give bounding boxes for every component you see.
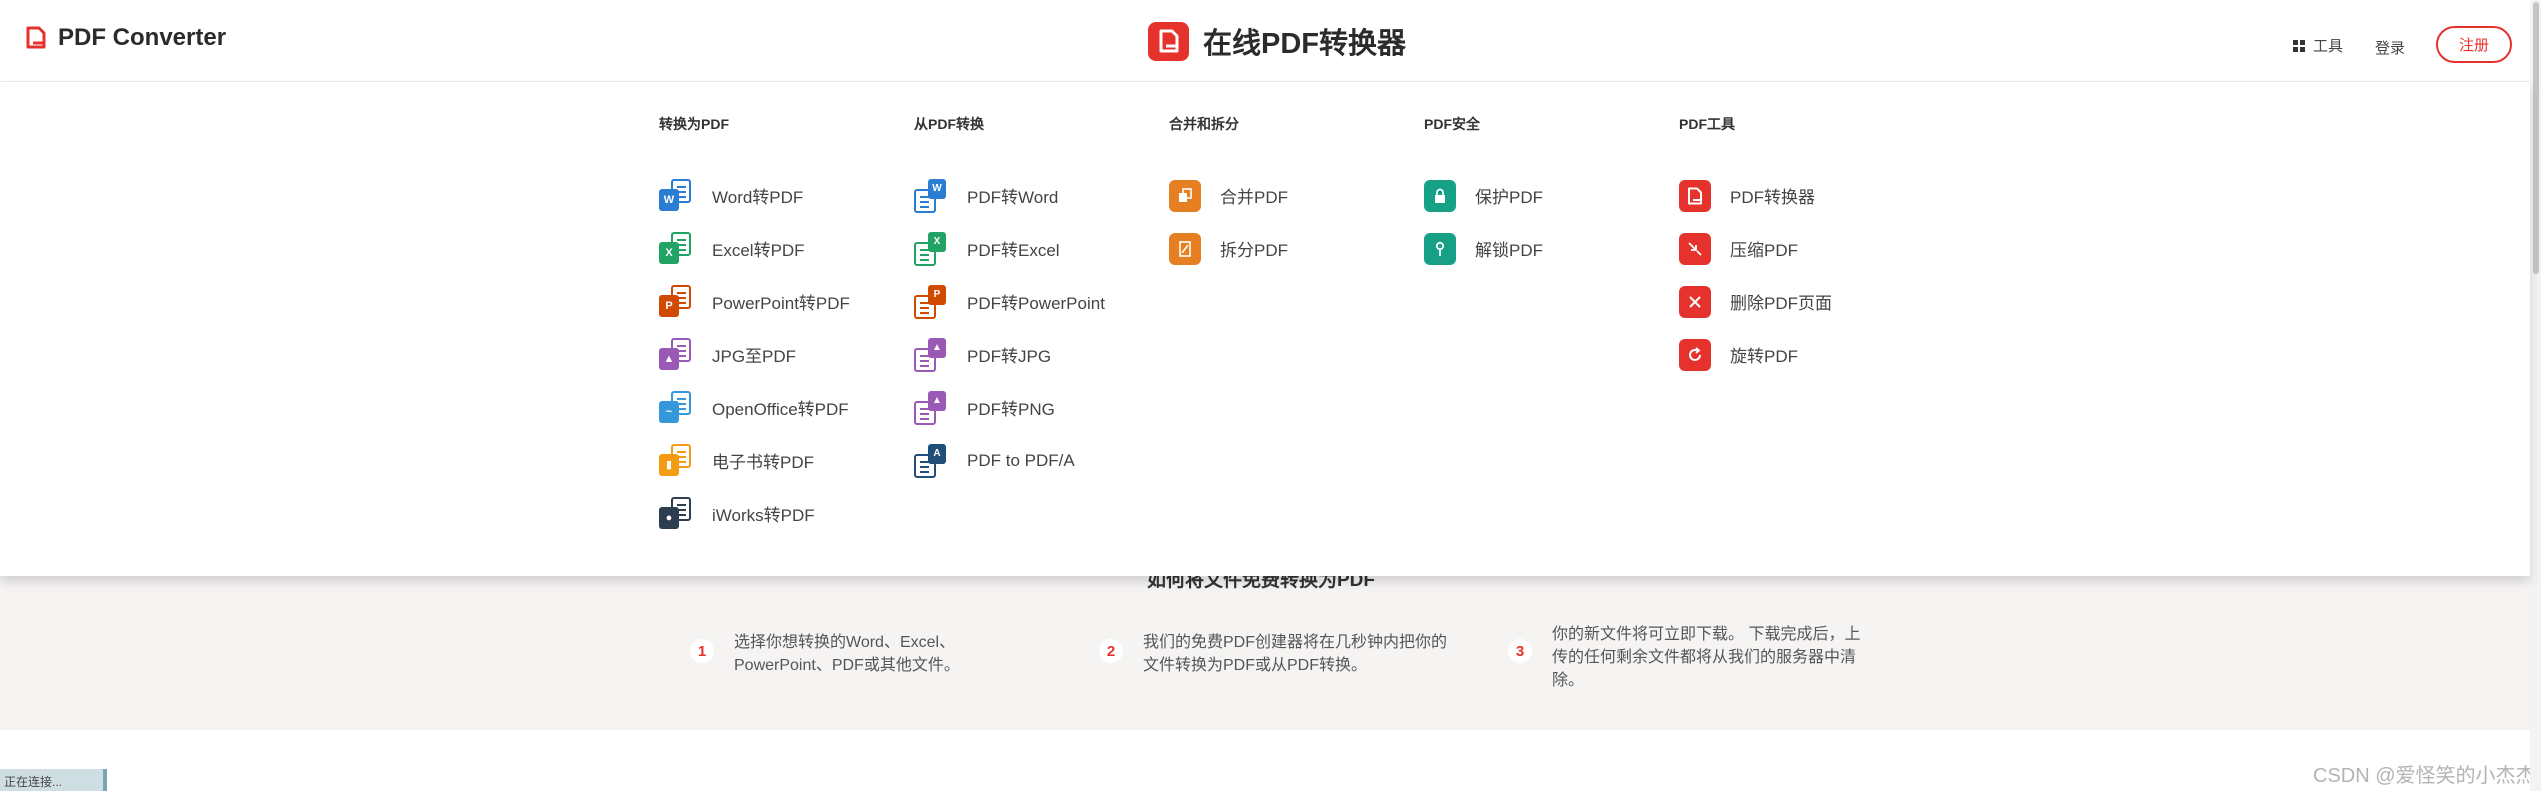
- delete-pages-icon: [1679, 285, 1711, 318]
- unlock-icon: [1424, 232, 1456, 265]
- iworks-to-pdf-icon: ●: [659, 496, 693, 531]
- center-title: 在线PDF转换器: [1148, 20, 1406, 62]
- excel-to-pdf-icon: X: [659, 231, 693, 266]
- jpg-to-pdf-icon: ▲: [659, 337, 693, 372]
- watermark: CSDN @爱怪笑的小杰杰: [2313, 765, 2536, 787]
- menu-column-title: 从PDF转换: [914, 116, 984, 132]
- browser-status-bar: 正在连接...: [0, 769, 107, 791]
- menu-item-pdf-to-word[interactable]: W PDF转Word: [914, 169, 1105, 222]
- step-text: 我们的免费PDF创建器将在几秒钟内把你的 文件转换为PDF或从PDF转换。: [1143, 634, 1448, 674]
- pdf-to-pdfa-icon: A: [914, 443, 948, 478]
- step-1: 1 选择你想转换的Word、Excel、 PowerPoint、PDF或其他文件…: [690, 631, 960, 677]
- signup-button[interactable]: 注册: [2436, 26, 2512, 63]
- step-3: 3 你的新文件将可立即下载。 下载完成后，上 传的任何剩余文件都将从我们的服务器…: [1508, 623, 1860, 692]
- menu-item-pdf-to-jpg[interactable]: ▲ PDF转JPG: [914, 328, 1105, 381]
- rotate-pdf-icon: [1679, 338, 1711, 371]
- menu-item-pdf-to-excel[interactable]: X PDF转Excel: [914, 222, 1105, 275]
- compress-pdf-icon: [1679, 232, 1711, 265]
- menu-column-security: PDF安全 保护PDF 解锁PDF: [1424, 114, 1543, 275]
- step-number: 1: [690, 639, 714, 663]
- tools-label: 工具: [2313, 38, 2344, 55]
- pdf-to-png-icon: ▲: [914, 390, 948, 425]
- pdf-logo-icon: [26, 26, 46, 49]
- menu-item-powerpoint-to-pdf[interactable]: P PowerPoint转PDF: [659, 275, 850, 328]
- menu-column-from-pdf: 从PDF转换 W PDF转Word X PDF转Excel P PDF转Powe…: [914, 114, 1105, 487]
- pdf-to-word-icon: W: [914, 178, 948, 213]
- menu-item-openoffice-to-pdf[interactable]: ~ OpenOffice转PDF: [659, 381, 850, 434]
- pdf-converter-icon: [1679, 179, 1711, 212]
- menu-item-pdf-to-png[interactable]: ▲ PDF转PNG: [914, 381, 1105, 434]
- ebook-to-pdf-icon: ▮: [659, 443, 693, 478]
- pdf-to-jpg-icon: ▲: [914, 337, 948, 372]
- menu-item-pdf-to-powerpoint[interactable]: P PDF转PowerPoint: [914, 275, 1105, 328]
- tools-dropdown-menu: 转换为PDF W Word转PDF X Excel转PDF P PowerPoi…: [0, 82, 2530, 576]
- lock-icon: [1424, 179, 1456, 212]
- step-number: 3: [1508, 639, 1532, 663]
- menu-item-merge-pdf[interactable]: 合并PDF: [1169, 169, 1288, 222]
- menu-column-to-pdf: 转换为PDF W Word转PDF X Excel转PDF P PowerPoi…: [659, 114, 850, 540]
- grid-icon: [2293, 39, 2305, 52]
- step-text: 你的新文件将可立即下载。 下载完成后，上 传的任何剩余文件都将从我们的服务器中清…: [1552, 626, 1861, 689]
- powerpoint-to-pdf-icon: P: [659, 284, 693, 319]
- menu-item-split-pdf[interactable]: 拆分PDF: [1169, 222, 1288, 275]
- login-link[interactable]: 登录: [2375, 37, 2405, 58]
- brand-logo[interactable]: PDF Converter: [26, 24, 226, 52]
- step-text: 选择你想转换的Word、Excel、 PowerPoint、PDF或其他文件。: [734, 634, 960, 674]
- menu-item-jpg-to-pdf[interactable]: ▲ JPG至PDF: [659, 328, 850, 381]
- menu-item-excel-to-pdf[interactable]: X Excel转PDF: [659, 222, 850, 275]
- merge-pdf-icon: [1169, 179, 1201, 212]
- menu-item-delete-pages[interactable]: 删除PDF页面: [1679, 275, 1832, 328]
- site-header: PDF Converter 在线PDF转换器 工具 登录 注册: [0, 0, 2541, 82]
- step-2: 2 我们的免费PDF创建器将在几秒钟内把你的 文件转换为PDF或从PDF转换。: [1099, 631, 1447, 677]
- step-number: 2: [1099, 639, 1123, 663]
- pdf-to-powerpoint-icon: P: [914, 284, 948, 319]
- word-to-pdf-icon: W: [659, 178, 693, 213]
- brand-name: PDF Converter: [58, 24, 227, 51]
- menu-column-title: 合并和拆分: [1169, 116, 1239, 132]
- menu-item-protect-pdf[interactable]: 保护PDF: [1424, 169, 1543, 222]
- menu-column-pdf-tools: PDF工具 PDF转换器 压缩PDF 删除PDF页面 旋转PDF: [1679, 114, 1832, 381]
- menu-item-pdf-converter[interactable]: PDF转换器: [1679, 169, 1832, 222]
- openoffice-to-pdf-icon: ~: [659, 390, 693, 425]
- menu-item-rotate-pdf[interactable]: 旋转PDF: [1679, 328, 1832, 381]
- menu-column-title: PDF工具: [1679, 116, 1735, 132]
- tools-menu-button[interactable]: 工具: [2293, 35, 2343, 56]
- split-pdf-icon: [1169, 232, 1201, 265]
- menu-item-unlock-pdf[interactable]: 解锁PDF: [1424, 222, 1543, 275]
- menu-column-title: 转换为PDF: [659, 116, 729, 132]
- menu-item-word-to-pdf[interactable]: W Word转PDF: [659, 169, 850, 222]
- pdf-to-excel-icon: X: [914, 231, 948, 266]
- menu-item-iworks-to-pdf[interactable]: ● iWorks转PDF: [659, 487, 850, 540]
- pdf-converter-logo-icon: [1148, 21, 1189, 61]
- menu-item-ebook-to-pdf[interactable]: ▮ 电子书转PDF: [659, 434, 850, 487]
- menu-column-merge-split: 合并和拆分 合并PDF 拆分PDF: [1169, 114, 1288, 275]
- scrollbar-thumb[interactable]: [2533, 2, 2539, 274]
- page-title: 在线PDF转换器: [1203, 28, 1407, 60]
- menu-item-compress-pdf[interactable]: 压缩PDF: [1679, 222, 1832, 275]
- menu-column-title: PDF安全: [1424, 116, 1480, 132]
- menu-item-pdf-to-pdfa[interactable]: A PDF to PDF/A: [914, 434, 1105, 487]
